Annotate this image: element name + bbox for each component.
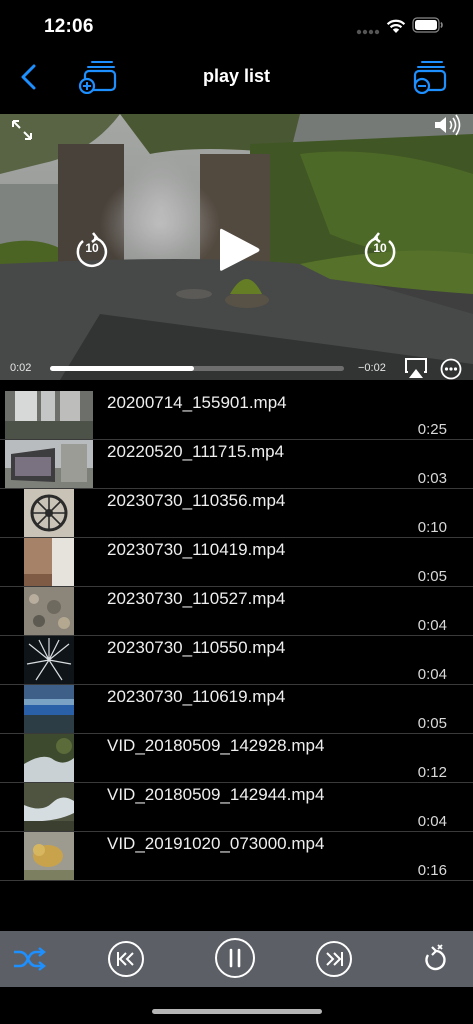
video-filename: VID_20191020_073000.mp4 <box>107 834 325 853</box>
playlist-item[interactable]: VID_20191020_073000.mp4 0:16 <box>0 832 473 881</box>
volume-icon[interactable] <box>432 114 464 136</box>
video-player[interactable]: 10 10 <box>0 114 473 380</box>
video-thumbnail <box>24 636 74 684</box>
status-bar: 12:06 <box>0 0 473 52</box>
video-filename: 20230730_110550.mp4 <box>107 638 286 657</box>
playlist-item[interactable]: VID_20180509_142944.mp4 0:04 <box>0 783 473 832</box>
wifi-icon <box>386 19 406 33</box>
video-filename: VID_20180509_142928.mp4 <box>107 736 325 755</box>
next-track-icon[interactable] <box>315 940 353 978</box>
video-thumbnail <box>5 440 93 488</box>
video-filename: 20230730_110356.mp4 <box>107 491 286 510</box>
video-thumbnail <box>24 685 74 733</box>
playlist-item[interactable]: 20220520_111715.mp4 0:03 <box>0 440 473 489</box>
current-time: 0:02 <box>10 362 32 374</box>
video-filename: VID_20180509_142944.mp4 <box>107 785 325 804</box>
pause-icon[interactable] <box>214 937 256 979</box>
airplay-icon[interactable] <box>404 357 428 379</box>
video-thumbnail <box>5 391 93 439</box>
home-indicator <box>152 1009 322 1014</box>
playlist-item[interactable]: 20230730_110527.mp4 0:04 <box>0 587 473 636</box>
playlist-item[interactable]: 20230730_110619.mp4 0:05 <box>0 685 473 734</box>
video-filename: 20200714_155901.mp4 <box>107 393 287 412</box>
skip-forward-button[interactable]: 10 <box>362 230 398 270</box>
video-thumbnail <box>24 832 74 880</box>
playlist-item[interactable]: 20230730_110550.mp4 0:04 <box>0 636 473 685</box>
playlist-item[interactable]: 20230730_110356.mp4 0:10 <box>0 489 473 538</box>
play-icon[interactable] <box>216 226 262 274</box>
video-duration: 0:16 <box>417 862 447 879</box>
video-thumbnail <box>24 783 74 831</box>
previous-track-icon[interactable] <box>107 940 145 978</box>
video-duration: 0:12 <box>417 764 447 781</box>
progress-fill <box>50 366 195 371</box>
repeat-off-icon[interactable] <box>420 943 450 973</box>
video-duration: 0:04 <box>417 617 447 634</box>
video-thumbnail <box>24 538 74 586</box>
video-duration: 0:03 <box>417 470 447 487</box>
video-duration: 0:10 <box>417 519 447 536</box>
skip-back-button[interactable]: 10 <box>74 230 110 270</box>
video-thumbnail <box>24 587 74 635</box>
battery-icon <box>412 17 443 33</box>
skip-back-seconds: 10 <box>85 241 99 255</box>
fullscreen-icon[interactable] <box>10 118 34 142</box>
remaining-time: −0:02 <box>358 362 386 374</box>
video-duration: 0:05 <box>417 568 447 585</box>
playlist-item[interactable]: 20200714_155901.mp4 0:25 <box>0 391 473 440</box>
video-duration: 0:04 <box>417 666 447 683</box>
cellular-signal-icon <box>356 29 380 35</box>
video-filename: 20220520_111715.mp4 <box>107 442 285 461</box>
video-duration: 0:05 <box>417 715 447 732</box>
playlist-item[interactable]: VID_20180509_142928.mp4 0:12 <box>0 734 473 783</box>
video-filename: 20230730_110527.mp4 <box>107 589 286 608</box>
skip-forward-seconds: 10 <box>373 241 387 255</box>
playlist-item[interactable]: 20230730_110419.mp4 0:05 <box>0 538 473 587</box>
playback-toolbar <box>0 931 473 987</box>
video-filename: 20230730_110619.mp4 <box>107 687 286 706</box>
video-filename: 20230730_110419.mp4 <box>107 540 286 559</box>
remove-playlist-icon[interactable] <box>410 58 450 94</box>
shuffle-icon[interactable] <box>12 947 46 971</box>
video-thumbnail <box>24 489 74 537</box>
video-duration: 0:04 <box>417 813 447 830</box>
more-options-icon[interactable] <box>440 358 462 380</box>
navigation-bar: play list <box>0 52 473 114</box>
video-thumbnail <box>24 734 74 782</box>
status-time: 12:06 <box>44 16 94 37</box>
page-title: play list <box>202 66 271 86</box>
video-duration: 0:25 <box>417 421 447 438</box>
progress-slider[interactable] <box>50 366 344 371</box>
